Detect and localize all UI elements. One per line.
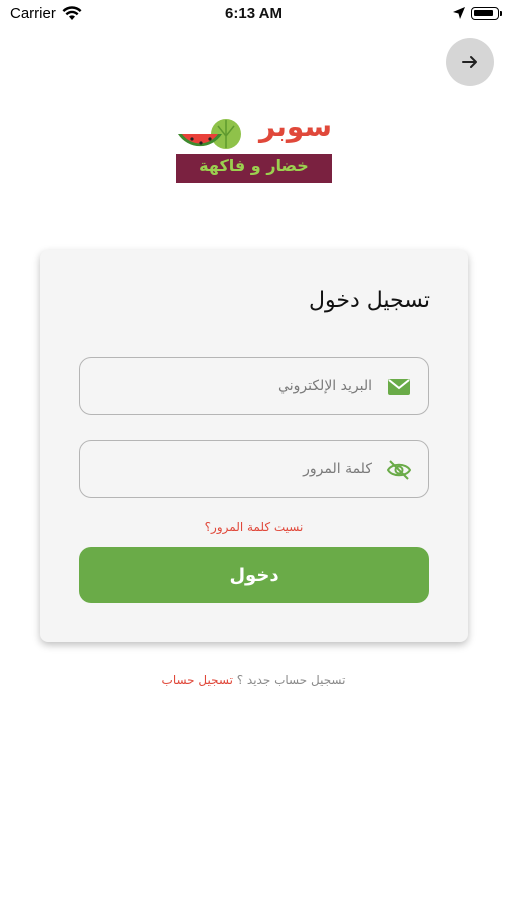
arrow-right-icon (462, 56, 477, 68)
login-button[interactable]: دخول (79, 547, 429, 603)
signup-row: تسجيل حساب جديد ؟ تسجيل حساب (0, 673, 507, 687)
mail-icon (388, 379, 410, 395)
forgot-password-link[interactable]: نسيت كلمة المرور؟ (40, 520, 468, 534)
logo-name-bottom: خضار و فاكهة (199, 156, 309, 175)
location-arrow-icon (453, 7, 465, 19)
eye-off-icon[interactable] (387, 458, 411, 482)
signup-link[interactable]: تسجيل حساب (162, 673, 233, 687)
status-bar: Carrier 6:13 AM (0, 0, 507, 30)
email-input[interactable] (112, 373, 372, 399)
login-card: تسجيل دخول نسيت كلمة المرور؟ دخول (40, 250, 468, 642)
clock: 6:13 AM (225, 5, 282, 22)
logo-name-top: سوبر (258, 110, 332, 143)
battery-icon (471, 7, 499, 20)
signup-question: تسجيل حساب جديد ؟ (236, 673, 346, 687)
email-field[interactable] (79, 357, 429, 415)
login-title: تسجيل دخول (309, 288, 430, 313)
forward-button[interactable] (446, 38, 494, 86)
app-logo: سوبر خضار و فاكهة (174, 110, 334, 186)
password-input[interactable] (112, 456, 372, 482)
password-field[interactable] (79, 440, 429, 498)
battery-tip (500, 11, 502, 16)
battery-level (474, 10, 493, 16)
